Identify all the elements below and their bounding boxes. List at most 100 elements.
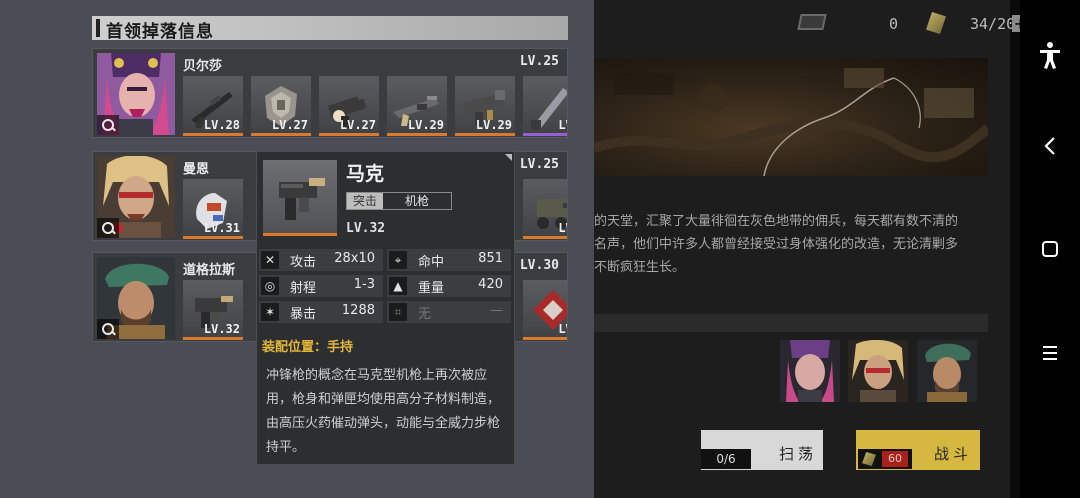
none-icon: ⌗	[389, 303, 407, 321]
crit-icon: ✶	[261, 303, 279, 321]
crossed-swords-icon: ✕	[261, 251, 279, 269]
drop-item-spiked-armor[interactable]: LV.	[523, 280, 567, 340]
drop-item-sniper-rifle[interactable]: LV.28	[183, 76, 243, 136]
rarity-stripe	[263, 233, 337, 236]
boss-level: LV.25	[519, 157, 559, 172]
target-icon: ⌖	[389, 251, 407, 269]
accessibility-icon[interactable]	[1020, 40, 1080, 70]
stat-label: 射程	[290, 281, 317, 296]
drop-item-heavy-gun[interactable]: LV.27	[319, 76, 379, 136]
stat-none: ⌗ 无 —	[387, 301, 511, 323]
drop-level: LV.27	[339, 118, 376, 132]
rarity-stripe	[183, 337, 243, 340]
back-icon[interactable]	[1020, 131, 1080, 161]
stat-crit: ✶ 暴击 1288	[259, 301, 383, 323]
stat-label: 攻击	[290, 255, 317, 270]
boss-drop-panel[interactable]: 首领掉落信息 贝尔莎 LV.25 LV.28 LV.27 LV.27 LV.29…	[0, 0, 594, 498]
equip-slot-text: 装配位置：手持	[262, 340, 354, 355]
ticket-count: 0	[889, 15, 899, 33]
drop-level: LV.28	[203, 118, 240, 132]
stat-label: 命中	[418, 255, 445, 270]
stat-accuracy: ⌖ 命中 851	[387, 249, 511, 271]
enemy-avatar-bertha[interactable]	[780, 340, 840, 402]
stat-value: 420	[478, 277, 503, 292]
magnify-icon[interactable]	[97, 218, 119, 238]
rarity-stripe	[523, 236, 567, 239]
drop-level: LV.29	[407, 118, 444, 132]
tooltip-tags: 突击 机枪	[346, 192, 452, 210]
stage-description-line: 的天堂，汇聚了大量徘徊在灰色地带的佣兵，每天都有数不清的	[594, 214, 959, 229]
stage-map-image	[594, 58, 988, 176]
resource-bar: 0 34/200 +	[594, 0, 1029, 48]
drop-level: LV.31	[203, 221, 240, 235]
drop-item-rifle[interactable]: LV.29	[387, 76, 447, 136]
drop-item-blade[interactable]: LV.	[523, 76, 567, 136]
sweep-button[interactable]: 0/6 扫荡	[701, 430, 823, 470]
boss-row: 贝尔莎 LV.25 LV.28 LV.27 LV.27 LV.29 LV.29 …	[92, 48, 568, 138]
home-icon[interactable]	[1020, 234, 1080, 264]
rarity-stripe	[319, 133, 379, 136]
rarity-stripe	[183, 133, 243, 136]
tooltip-item-image	[263, 160, 337, 236]
stat-value: 1288	[341, 303, 375, 318]
stamina-icon	[926, 12, 946, 34]
ticket-icon	[797, 14, 827, 30]
stat-value: —	[490, 303, 503, 318]
tooltip-item-name: 马克	[346, 163, 385, 185]
fight-button[interactable]: 60 战斗	[856, 430, 980, 470]
rarity-stripe	[183, 236, 243, 239]
weapon-type-tag: 突击	[347, 193, 383, 209]
drop-item-gauntlet[interactable]: LV.31	[183, 179, 243, 239]
drop-item-armor-part[interactable]: LV.27	[251, 76, 311, 136]
rarity-stripe	[251, 133, 311, 136]
rarity-stripe	[387, 133, 447, 136]
stat-range: ◎ 射程 1-3	[259, 275, 383, 297]
stamina-icon	[862, 452, 876, 466]
boss-name: 贝尔莎	[183, 59, 223, 74]
fight-cost-box: 60	[858, 449, 912, 469]
drop-level: LV.27	[271, 118, 308, 132]
drop-level: LV.32	[203, 322, 240, 336]
enemy-avatar-douglas[interactable]	[917, 340, 977, 402]
drop-item-machine-pistol[interactable]: LV.32	[183, 280, 243, 340]
fight-label: 战斗	[934, 445, 973, 463]
tooltip-corner-icon	[505, 154, 512, 161]
drop-item-turret[interactable]: LV.	[523, 179, 567, 239]
panel-title: 首领掉落信息	[106, 22, 214, 42]
tooltip-item-level: LV.32	[346, 221, 386, 236]
enemy-section-band	[594, 314, 988, 332]
magnify-icon[interactable]	[97, 319, 119, 339]
stage-description-line: 名声，他们中许多人都曾经接受过身体强化的改造，无论清剿多	[594, 237, 959, 252]
sweep-count: 0/6	[701, 449, 751, 469]
rarity-stripe	[523, 133, 567, 136]
header-accent-bar	[96, 19, 100, 37]
fight-cost: 60	[882, 451, 908, 467]
stat-value: 28x10	[334, 251, 375, 266]
range-icon: ◎	[261, 277, 279, 295]
item-description: 冲锋枪的概念在马克型机枪上再次被应用，枪身和弹匣均使用高分子材料制造，由高压火药…	[266, 368, 501, 455]
drop-item-launcher[interactable]: LV.29	[455, 76, 515, 136]
stat-label: 暴击	[290, 307, 317, 322]
stat-attack: ✕ 攻击 28x10	[259, 249, 383, 271]
sweep-label: 扫荡	[779, 445, 818, 463]
magnify-icon[interactable]	[97, 115, 119, 135]
stat-weight: ▲ 重量 420	[387, 275, 511, 297]
boss-portrait-bertha[interactable]	[97, 53, 175, 135]
panel-header: 首领掉落信息	[92, 16, 568, 42]
boss-name: 曼恩	[183, 162, 210, 177]
enemy-avatar-mann[interactable]	[848, 340, 908, 402]
stat-label: 重量	[418, 281, 445, 296]
drop-level: LV.29	[475, 118, 512, 132]
drop-level: LV.	[558, 221, 567, 235]
stat-value: 851	[478, 251, 503, 266]
boss-name: 道格拉斯	[183, 263, 236, 278]
boss-portrait-mann[interactable]	[97, 156, 175, 238]
boss-level: LV.30	[519, 258, 559, 273]
boss-portrait-douglas[interactable]	[97, 257, 175, 339]
boss-level: LV.25	[519, 54, 559, 69]
stage-description-line: 不断疯狂生长。	[594, 260, 686, 275]
stat-label: 无	[418, 307, 432, 322]
drop-level: LV.	[558, 322, 567, 336]
menu-icon[interactable]	[1020, 338, 1080, 368]
screen: 0 34/200 + 的天堂，汇聚了大量徘徊在灰色地带的佣兵，每天都有数不清的 …	[0, 0, 1080, 498]
